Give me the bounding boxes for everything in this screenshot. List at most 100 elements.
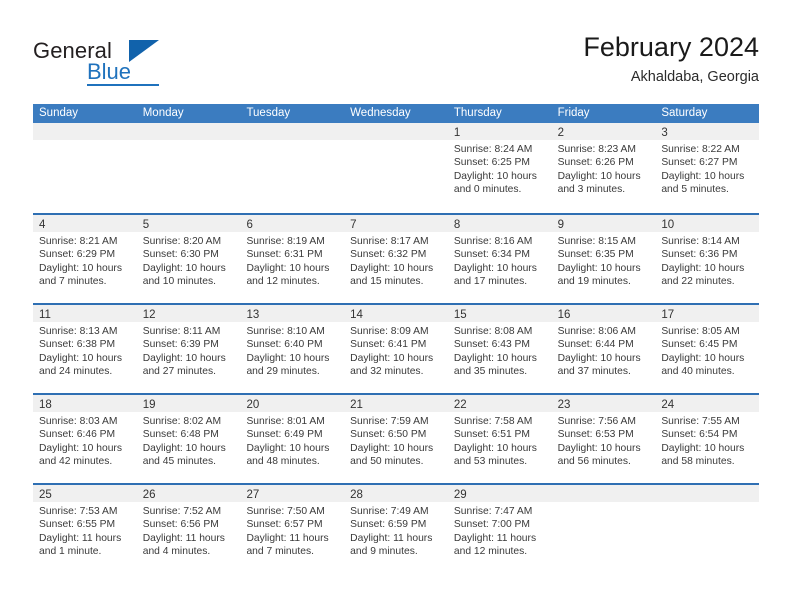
- day-details: Sunrise: 8:20 AM Sunset: 6:30 PM Daylight:…: [137, 232, 241, 289]
- daylight-text-line1: Daylight: 10 hours: [557, 170, 641, 182]
- daylight-text-line2: and 5 minutes.: [661, 184, 729, 196]
- daylight-text-line1: Daylight: 10 hours: [453, 442, 537, 454]
- day-number: 10: [661, 219, 675, 231]
- calendar-day-cell[interactable]: 24 Sunrise: 7:55 AM Sunset: 6:54 PM Dayligh…: [655, 395, 760, 483]
- calendar-day-cell[interactable]: 12 Sunrise: 8:11 AM Sunset: 6:39 PM Dayligh…: [136, 305, 241, 393]
- calendar-day-cell[interactable]: 28 Sunrise: 7:49 AM Sunset: 6:59 PM Dayligh…: [344, 485, 448, 573]
- calendar-day-cell[interactable]: 26 Sunrise: 7:52 AM Sunset: 6:56 PM Dayligh…: [136, 485, 241, 573]
- day-details: Sunrise: 7:53 AM Sunset: 6:55 PM Daylight:…: [33, 502, 137, 559]
- day-details: Sunrise: 8:10 AM Sunset: 6:40 PM Daylight:…: [240, 322, 344, 379]
- calendar-day-cell[interactable]: 10 Sunrise: 8:14 AM Sunset: 6:36 PM Dayligh…: [655, 215, 760, 303]
- daylight-text-line2: and 7 minutes.: [246, 546, 314, 558]
- day-number: 27: [246, 489, 260, 501]
- calendar-day-cell[interactable]: 21 Sunrise: 7:59 AM Sunset: 6:50 PM Dayligh…: [344, 395, 448, 483]
- daylight-text-line2: and 12 minutes.: [453, 546, 528, 558]
- daylight-text-line2: and 3 minutes.: [557, 184, 626, 196]
- calendar-day-cell[interactable]: 25 Sunrise: 7:53 AM Sunset: 6:55 PM Dayligh…: [33, 485, 137, 573]
- day-details: Sunrise: 8:09 AM Sunset: 6:41 PM Daylight:…: [344, 322, 448, 379]
- day-number: 9: [557, 219, 564, 231]
- day-number-header: 22: [447, 395, 552, 412]
- calendar-day-cell-empty: [551, 485, 656, 573]
- calendar-day-cell[interactable]: 15 Sunrise: 8:08 AM Sunset: 6:43 PM Dayligh…: [447, 305, 552, 393]
- calendar-day-cell[interactable]: 14 Sunrise: 8:09 AM Sunset: 6:41 PM Dayligh…: [344, 305, 448, 393]
- daylight-text-line2: and 50 minutes.: [350, 456, 424, 468]
- calendar-week-row: 1 Sunrise: 8:24 AM Sunset: 6:25 PM Daylight…: [33, 123, 760, 213]
- daylight-text-line2: and 45 minutes.: [142, 456, 216, 468]
- calendar-day-cell[interactable]: 19 Sunrise: 8:02 AM Sunset: 6:48 PM Dayligh…: [136, 395, 241, 483]
- calendar-day-cell-empty: [136, 123, 241, 213]
- sunrise-text: Sunrise: 8:20 AM: [142, 236, 222, 247]
- calendar-day-cell[interactable]: 8 Sunrise: 8:16 AM Sunset: 6:34 PM Daylight…: [447, 215, 552, 303]
- day-number-header: 19: [136, 395, 241, 412]
- calendar-day-cell[interactable]: 3 Sunrise: 8:22 AM Sunset: 6:27 PM Daylight…: [655, 123, 760, 213]
- daylight-text-line1: Daylight: 11 hours: [246, 532, 329, 544]
- sunrise-text: Sunrise: 8:03 AM: [39, 416, 118, 427]
- day-details: Sunrise: 8:19 AM Sunset: 6:31 PM Daylight:…: [240, 232, 344, 289]
- calendar-day-cell[interactable]: 18 Sunrise: 8:03 AM Sunset: 6:46 PM Dayligh…: [33, 395, 137, 483]
- day-details: Sunrise: 8:13 AM Sunset: 6:38 PM Daylight:…: [33, 322, 137, 379]
- day-number-header: 12: [136, 305, 241, 322]
- calendar-grid: Sunday Monday Tuesday Wednesday Thursday…: [33, 104, 760, 573]
- sunset-text: Sunset: 6:32 PM: [350, 249, 427, 261]
- day-number-header: 21: [344, 395, 448, 412]
- day-number-header: [33, 123, 137, 140]
- calendar-day-cell[interactable]: 4 Sunrise: 8:21 AM Sunset: 6:29 PM Daylight…: [33, 215, 137, 303]
- sunset-text: Sunset: 6:25 PM: [453, 157, 531, 169]
- calendar-day-cell[interactable]: 2 Sunrise: 8:23 AM Sunset: 6:26 PM Daylight…: [551, 123, 656, 213]
- day-details: Sunrise: 8:23 AM Sunset: 6:26 PM Daylight:…: [552, 140, 656, 197]
- day-number-header: 24: [655, 395, 760, 412]
- weekday-header-wednesday: Wednesday: [350, 107, 411, 119]
- sunset-text: Sunset: 6:27 PM: [661, 157, 738, 169]
- daylight-text-line2: and 19 minutes.: [557, 276, 631, 288]
- calendar-day-cell[interactable]: 6 Sunrise: 8:19 AM Sunset: 6:31 PM Daylight…: [240, 215, 345, 303]
- logo-underline: [87, 84, 159, 86]
- day-details: Sunrise: 7:55 AM Sunset: 6:54 PM Daylight:…: [655, 412, 759, 469]
- weekday-header-sunday: Sunday: [39, 107, 79, 119]
- day-number-header: 7: [344, 215, 448, 232]
- calendar-day-cell[interactable]: 1 Sunrise: 8:24 AM Sunset: 6:25 PM Daylight…: [447, 123, 552, 213]
- general-blue-logo[interactable]: General Blue: [33, 38, 253, 94]
- calendar-week-row: 4 Sunrise: 8:21 AM Sunset: 6:29 PM Daylight…: [33, 213, 760, 303]
- calendar-day-cell[interactable]: 22 Sunrise: 7:58 AM Sunset: 6:51 PM Dayligh…: [447, 395, 552, 483]
- calendar-week-row: 11 Sunrise: 8:13 AM Sunset: 6:38 PM Dayligh…: [33, 303, 760, 393]
- day-number-header: 8: [447, 215, 552, 232]
- calendar-day-cell[interactable]: 20 Sunrise: 8:01 AM Sunset: 6:49 PM Dayligh…: [240, 395, 345, 483]
- calendar-day-cell[interactable]: 23 Sunrise: 7:56 AM Sunset: 6:53 PM Dayligh…: [551, 395, 656, 483]
- calendar-day-cell[interactable]: 7 Sunrise: 8:17 AM Sunset: 6:32 PM Daylight…: [344, 215, 448, 303]
- day-number-header: 18: [33, 395, 137, 412]
- sunrise-text: Sunrise: 8:16 AM: [453, 236, 533, 247]
- sunrise-text: Sunrise: 7:59 AM: [350, 416, 429, 427]
- sunset-text: Sunset: 6:59 PM: [350, 519, 427, 531]
- logo-text-blue: Blue: [87, 59, 132, 84]
- day-number: 4: [39, 219, 46, 231]
- sunrise-text: Sunrise: 7:53 AM: [39, 506, 118, 517]
- calendar-day-cell-empty: [240, 123, 345, 213]
- calendar-day-cell[interactable]: 27 Sunrise: 7:50 AM Sunset: 6:57 PM Dayligh…: [240, 485, 345, 573]
- day-number: 1: [453, 127, 461, 139]
- sunrise-text: Sunrise: 8:23 AM: [557, 144, 637, 155]
- weekday-header-thursday: Thursday: [453, 107, 502, 119]
- calendar-day-cell[interactable]: 17 Sunrise: 8:05 AM Sunset: 6:45 PM Dayligh…: [655, 305, 760, 393]
- calendar-day-cell[interactable]: 9 Sunrise: 8:15 AM Sunset: 6:35 PM Daylight…: [551, 215, 656, 303]
- day-details: Sunrise: 8:22 AM Sunset: 6:27 PM Daylight:…: [655, 140, 759, 197]
- calendar-day-cell[interactable]: 11 Sunrise: 8:13 AM Sunset: 6:38 PM Dayligh…: [33, 305, 137, 393]
- calendar-day-cell[interactable]: 13 Sunrise: 8:10 AM Sunset: 6:40 PM Dayligh…: [240, 305, 345, 393]
- calendar-day-cell[interactable]: 16 Sunrise: 8:06 AM Sunset: 6:44 PM Dayligh…: [551, 305, 656, 393]
- calendar-day-cell[interactable]: 5 Sunrise: 8:20 AM Sunset: 6:30 PM Daylight…: [136, 215, 241, 303]
- day-details: Sunrise: 7:49 AM Sunset: 6:59 PM Daylight:…: [344, 502, 448, 559]
- weekday-header-saturday: Saturday: [661, 107, 708, 119]
- sunset-text: Sunset: 6:35 PM: [557, 249, 634, 261]
- calendar-day-cell-empty: [33, 123, 137, 213]
- calendar-day-cell[interactable]: 29 Sunrise: 7:47 AM Sunset: 7:00 PM Dayligh…: [447, 485, 552, 573]
- daylight-text-line1: Daylight: 10 hours: [453, 262, 537, 274]
- day-details: Sunrise: 8:03 AM Sunset: 6:46 PM Daylight:…: [33, 412, 137, 469]
- daylight-text-line1: Daylight: 10 hours: [350, 262, 434, 274]
- weekday-header-row: Sunday Monday Tuesday Wednesday Thursday…: [33, 104, 759, 123]
- day-details: Sunrise: 7:56 AM Sunset: 6:53 PM Daylight:…: [552, 412, 656, 469]
- daylight-text-line1: Daylight: 10 hours: [661, 352, 745, 364]
- sunset-text: Sunset: 6:46 PM: [39, 429, 116, 441]
- sunset-text: Sunset: 6:51 PM: [453, 429, 531, 441]
- calendar-day-cell-empty: [655, 485, 760, 573]
- daylight-text-line1: Daylight: 11 hours: [142, 532, 225, 544]
- sunset-text: Sunset: 6:43 PM: [453, 339, 531, 351]
